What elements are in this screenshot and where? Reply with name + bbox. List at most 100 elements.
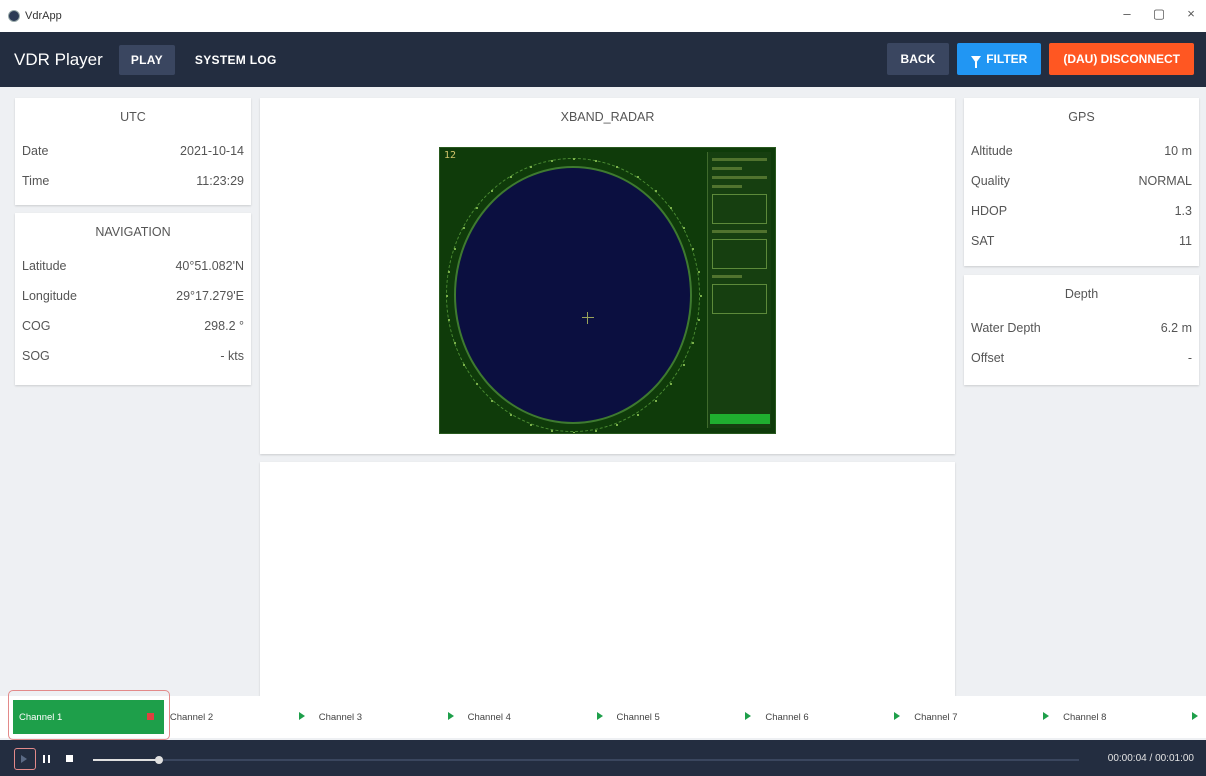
channel-label: Channel 1 xyxy=(19,711,63,723)
play-icon[interactable] xyxy=(1043,712,1050,720)
utc-date-row: Date 2021-10-14 xyxy=(15,136,251,166)
channel-8-tab[interactable]: Channel 8 xyxy=(1057,700,1206,734)
filter-button-label: FILTER xyxy=(986,52,1028,66)
cog-row: COG 298.2 ° xyxy=(15,311,251,341)
channel-2-tab[interactable]: Channel 2 xyxy=(164,700,313,734)
channel-4-tab[interactable]: Channel 4 xyxy=(462,700,611,734)
radar-tick xyxy=(491,399,494,402)
channel-7-tab[interactable]: Channel 7 xyxy=(908,700,1057,734)
radar-tick xyxy=(509,176,512,179)
radar-tick xyxy=(636,413,639,416)
channel-3-tab[interactable]: Channel 3 xyxy=(313,700,462,734)
radar-range-label: 12 xyxy=(444,150,457,161)
maximize-icon[interactable]: ▢ xyxy=(1150,6,1168,22)
row-value: - kts xyxy=(220,349,244,363)
radar-title: XBAND_RADAR xyxy=(560,110,655,124)
row-value: NORMAL xyxy=(1138,174,1192,188)
play-icon[interactable] xyxy=(298,712,305,720)
panel-box xyxy=(712,194,767,224)
play-icon[interactable] xyxy=(596,712,603,720)
channel-5-tab[interactable]: Channel 5 xyxy=(611,700,760,734)
channel-1-tab[interactable]: Channel 1 xyxy=(13,700,164,734)
radar-tick xyxy=(529,423,532,426)
depth-card: Depth Water Depth 6.2 m Offset - xyxy=(964,275,1199,385)
row-label: Quality xyxy=(971,174,1010,188)
row-label: Date xyxy=(22,144,49,158)
row-label: SAT xyxy=(971,234,995,248)
row-value: 1.3 xyxy=(1174,204,1192,218)
total-time: 00:01:00 xyxy=(1155,753,1194,764)
radar-tick xyxy=(550,429,553,432)
channel-label: Channel 6 xyxy=(765,711,809,723)
minimize-icon[interactable]: – xyxy=(1118,6,1136,22)
radar-tick xyxy=(475,206,478,209)
pause-icon[interactable] xyxy=(43,755,50,763)
stop-icon[interactable] xyxy=(146,713,154,720)
radar-card: XBAND_RADAR 12 xyxy=(260,98,955,454)
depth-title: Depth xyxy=(1064,287,1099,301)
row-label: COG xyxy=(22,319,51,333)
channel-label: Channel 7 xyxy=(914,711,958,723)
radar-info-panel xyxy=(707,152,771,428)
filter-button[interactable]: FILTER xyxy=(957,43,1042,75)
panel-line xyxy=(712,185,742,188)
playback-time: 00:00:04 / 00:01:00 xyxy=(1108,753,1194,764)
play-icon[interactable] xyxy=(894,712,901,720)
radar-tick xyxy=(550,160,553,163)
radar-tick xyxy=(453,248,456,251)
disconnect-button[interactable]: (DAU) DISCONNECT xyxy=(1049,43,1194,75)
panel-line xyxy=(712,275,742,278)
row-label: HDOP xyxy=(971,204,1008,218)
gps-card: GPS Altitude 10 m Quality NORMAL HDOP 1.… xyxy=(964,98,1199,266)
back-button[interactable]: BACK xyxy=(886,43,950,75)
hdop-row: HDOP 1.3 xyxy=(964,196,1199,226)
channel-6-tab[interactable]: Channel 6 xyxy=(759,700,908,734)
radar-tick xyxy=(446,295,448,297)
progress-slider[interactable] xyxy=(93,756,1079,764)
radar-tick xyxy=(529,166,532,169)
utc-title: UTC xyxy=(120,110,146,124)
row-value: 40°51.082'N xyxy=(175,259,244,273)
water-depth-row: Water Depth 6.2 m xyxy=(964,313,1199,343)
radar-tick xyxy=(616,166,619,169)
longitude-row: Longitude 29°17.279'E xyxy=(15,281,251,311)
play-icon xyxy=(21,755,27,763)
radar-tick xyxy=(573,158,575,160)
panel-line xyxy=(712,167,742,170)
radar-tick xyxy=(698,271,701,274)
radar-tick xyxy=(573,432,575,433)
radar-tick xyxy=(692,248,695,251)
radar-tick xyxy=(463,363,465,366)
radar-ppi-display xyxy=(454,166,692,424)
radar-tick xyxy=(453,341,456,344)
window-title: VdrApp xyxy=(25,10,62,22)
radar-tick xyxy=(475,383,478,386)
progress-knob[interactable] xyxy=(155,756,164,764)
radar-tick xyxy=(692,341,695,344)
app-name: VDR Player xyxy=(14,49,103,69)
radar-tick xyxy=(670,383,673,386)
gps-title: GPS xyxy=(1068,110,1095,124)
play-icon[interactable] xyxy=(1192,712,1198,720)
radar-tick xyxy=(654,399,657,402)
tab-system-log[interactable]: SYSTEM LOG xyxy=(183,45,289,75)
radar-tick xyxy=(595,160,598,163)
play-icon[interactable] xyxy=(447,712,454,720)
panel-line xyxy=(712,176,767,179)
close-icon[interactable]: × xyxy=(1182,6,1200,22)
row-value: 11 xyxy=(1179,234,1192,248)
radar-tick xyxy=(636,176,639,179)
row-value: 6.2 m xyxy=(1160,321,1192,335)
panel-status-bar xyxy=(710,414,770,424)
radar-tick xyxy=(509,413,512,416)
app-logo-icon xyxy=(8,10,20,22)
stop-icon[interactable] xyxy=(66,755,73,762)
time-separator: / xyxy=(1149,753,1153,764)
play-icon[interactable] xyxy=(745,712,752,720)
sat-row: SAT 11 xyxy=(964,226,1199,256)
row-value: 29°17.279'E xyxy=(176,289,244,303)
radar-tick xyxy=(682,226,685,229)
tab-play[interactable]: PLAY xyxy=(118,44,175,75)
window-controls: – ▢ × xyxy=(1118,6,1200,22)
channel-strip: Channel 1 Channel 2 Channel 3 Channel 4 … xyxy=(0,696,1206,738)
